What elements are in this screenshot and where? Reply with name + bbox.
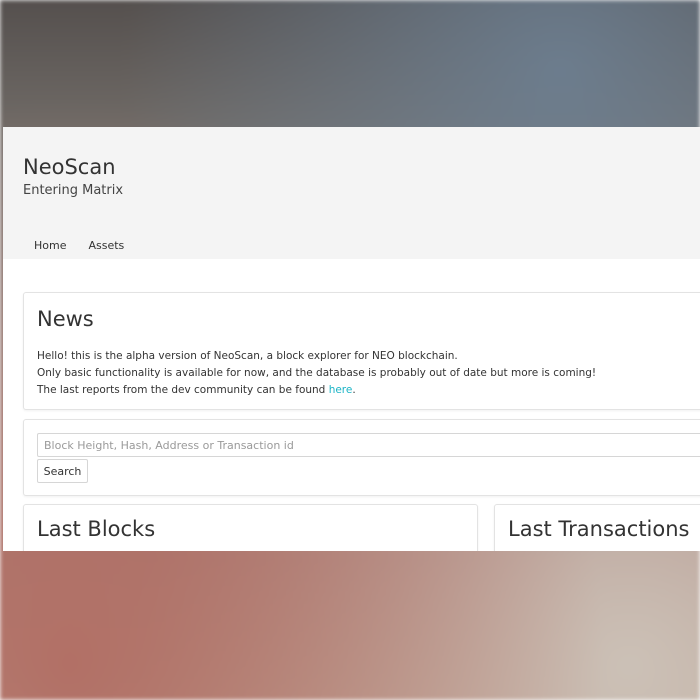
search-panel: Search [23, 419, 700, 496]
reports-here-link[interactable]: here [329, 384, 353, 396]
news-line-reports: The last reports from the dev community … [37, 382, 596, 399]
nav-item-assets[interactable]: Assets [77, 239, 135, 252]
news-reports-period: . [352, 384, 356, 396]
nav-item-home[interactable]: Home [23, 239, 77, 252]
search-button[interactable]: Search [37, 459, 88, 483]
news-line-intro: Hello! this is the alpha version of NeoS… [37, 350, 458, 362]
site-subtitle: Entering Matrix [23, 183, 124, 198]
news-line-status: Only basic functionality is available fo… [37, 367, 597, 379]
site-header: NeoScan Entering Matrix Home Assets [3, 127, 700, 259]
news-panel: News Hello! this is the alpha version of… [23, 292, 700, 410]
search-input[interactable] [37, 433, 700, 457]
last-blocks-panel: Last Blocks [23, 504, 478, 551]
last-transactions-title: Last Transactions [508, 517, 690, 541]
site-title[interactable]: NeoScan [23, 155, 116, 179]
last-blocks-title: Last Blocks [37, 517, 156, 541]
browser-viewport: NeoScan Entering Matrix Home Assets News… [3, 127, 700, 551]
news-body: Hello! this is the alpha version of NeoS… [37, 348, 596, 399]
news-title: News [37, 307, 94, 331]
news-reports-text: The last reports from the dev community … [37, 384, 329, 396]
main-nav: Home Assets [23, 239, 135, 252]
last-transactions-panel: Last Transactions [494, 504, 700, 551]
